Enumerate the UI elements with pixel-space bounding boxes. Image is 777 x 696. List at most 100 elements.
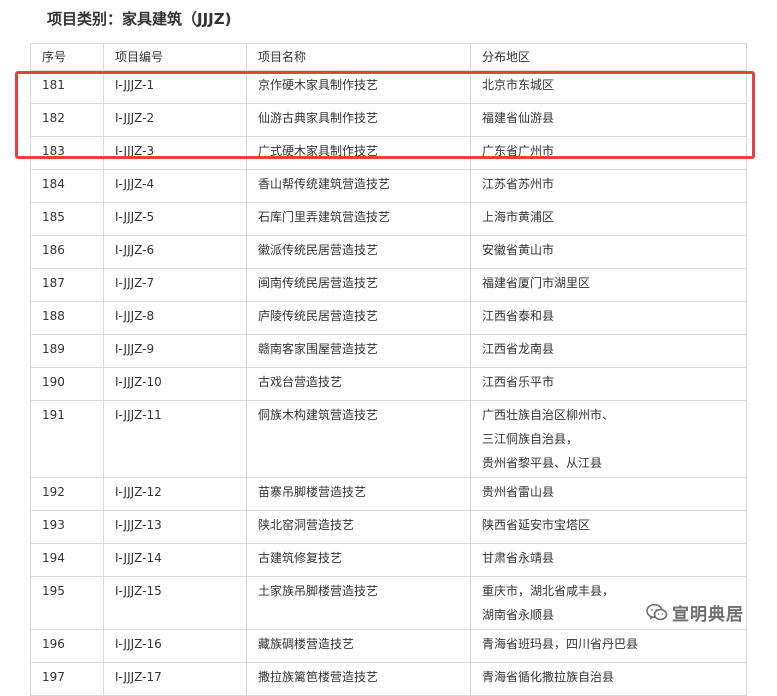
header-code: 项目编号 <box>103 43 247 71</box>
region-line: 北京市东城区 <box>482 78 555 92</box>
table-row: 184 Ⅰ-JJJZ-4 香山帮传统建筑营造技艺 江苏省苏州市 <box>30 169 747 203</box>
cell-serial: 196 <box>30 629 104 663</box>
cell-region: 江西省泰和县 <box>470 301 747 335</box>
cell-serial: 189 <box>30 334 104 368</box>
region-line: 江苏省苏州市 <box>482 177 555 191</box>
cell-code: Ⅰ-JJJZ-15 <box>103 576 247 630</box>
cell-serial: 195 <box>30 576 104 630</box>
header-region: 分布地区 <box>470 43 747 71</box>
table-row: 182 Ⅰ-JJJZ-2 仙游古典家具制作技艺 福建省仙游县 <box>30 103 747 137</box>
table-row: 196 Ⅰ-JJJZ-16 藏族碉楼营造技艺 青海省班玛县，四川省丹巴县 <box>30 629 747 663</box>
cell-serial: 194 <box>30 543 104 577</box>
cell-name: 藏族碉楼营造技艺 <box>246 629 471 663</box>
cell-region: 广西壮族自治区柳州市、 三江侗族自治县， 贵州省黎平县、从江县 <box>470 400 747 478</box>
cell-name: 侗族木构建筑营造技艺 <box>246 400 471 478</box>
cell-name: 仙游古典家具制作技艺 <box>246 103 471 137</box>
cell-code: Ⅰ-JJJZ-8 <box>103 301 247 335</box>
cell-serial: 181 <box>30 70 104 104</box>
cell-region: 江苏省苏州市 <box>470 169 747 203</box>
region-line: 上海市黄浦区 <box>482 210 555 224</box>
cell-code: Ⅰ-JJJZ-2 <box>103 103 247 137</box>
region-line: 陕西省延安市宝塔区 <box>482 518 591 532</box>
cell-name: 古戏台营造技艺 <box>246 367 471 401</box>
region-line: 三江侗族自治县， <box>482 432 579 446</box>
cell-code: Ⅰ-JJJZ-10 <box>103 367 247 401</box>
cell-name: 陕北窑洞营造技艺 <box>246 510 471 544</box>
cell-serial: 197 <box>30 662 104 696</box>
cell-code: Ⅰ-JJJZ-13 <box>103 510 247 544</box>
table-row: 189 Ⅰ-JJJZ-9 赣南客家围屋营造技艺 江西省龙南县 <box>30 334 747 368</box>
table-row: 197 Ⅰ-JJJZ-17 撒拉族篱笆楼营造技艺 青海省循化撒拉族自治县 <box>30 662 747 696</box>
cell-serial: 192 <box>30 477 104 511</box>
cell-region: 北京市东城区 <box>470 70 747 104</box>
table-row: 186 Ⅰ-JJJZ-6 徽派传统民居营造技艺 安徽省黄山市 <box>30 235 747 269</box>
region-line: 青海省班玛县，四川省丹巴县 <box>482 637 639 651</box>
cell-code: Ⅰ-JJJZ-9 <box>103 334 247 368</box>
cell-code: Ⅰ-JJJZ-14 <box>103 543 247 577</box>
cell-serial: 182 <box>30 103 104 137</box>
cell-serial: 190 <box>30 367 104 401</box>
watermark-text: 宣明典居 <box>672 605 744 625</box>
table-header-row: 序号 项目编号 项目名称 分布地区 <box>30 43 747 71</box>
region-line: 广西壮族自治区柳州市、 <box>482 408 615 422</box>
table-row: 188 Ⅰ-JJJZ-8 庐陵传统民居营造技艺 江西省泰和县 <box>30 301 747 335</box>
table-row: 194 Ⅰ-JJJZ-14 古建筑修复技艺 甘肃省永靖县 <box>30 543 747 577</box>
cell-name: 撒拉族篱笆楼营造技艺 <box>246 662 471 696</box>
cell-region: 甘肃省永靖县 <box>470 543 747 577</box>
table-row: 191 Ⅰ-JJJZ-11 侗族木构建筑营造技艺 广西壮族自治区柳州市、 三江侗族自治县… <box>30 400 747 478</box>
cell-region: 青海省循化撒拉族自治县 <box>470 662 747 696</box>
region-line: 江西省泰和县 <box>482 309 555 323</box>
cell-code: Ⅰ-JJJZ-16 <box>103 629 247 663</box>
cell-region: 福建省厦门市湖里区 <box>470 268 747 302</box>
cell-region: 贵州省雷山县 <box>470 477 747 511</box>
region-line: 甘肃省永靖县 <box>482 551 555 565</box>
cell-serial: 193 <box>30 510 104 544</box>
cell-code: Ⅰ-JJJZ-1 <box>103 70 247 104</box>
cell-region: 福建省仙游县 <box>470 103 747 137</box>
cell-region: 江西省龙南县 <box>470 334 747 368</box>
table-row: 195 Ⅰ-JJJZ-15 土家族吊脚楼营造技艺 重庆市，湖北省咸丰县， 湖南省永顺县 <box>30 576 747 630</box>
cell-code: Ⅰ-JJJZ-4 <box>103 169 247 203</box>
cell-name: 徽派传统民居营造技艺 <box>246 235 471 269</box>
cell-region: 江西省乐平市 <box>470 367 747 401</box>
cell-name: 土家族吊脚楼营造技艺 <box>246 576 471 630</box>
cell-code: Ⅰ-JJJZ-17 <box>103 662 247 696</box>
cell-name: 香山帮传统建筑营造技艺 <box>246 169 471 203</box>
cell-serial: 184 <box>30 169 104 203</box>
cell-code: Ⅰ-JJJZ-5 <box>103 202 247 236</box>
region-line: 青海省循化撒拉族自治县 <box>482 670 615 684</box>
region-line: 贵州省雷山县 <box>482 485 555 499</box>
region-line: 贵州省黎平县、从江县 <box>482 456 603 470</box>
table-row: 193 Ⅰ-JJJZ-13 陕北窑洞营造技艺 陕西省延安市宝塔区 <box>30 510 747 544</box>
region-line: 江西省乐平市 <box>482 375 555 389</box>
cell-region: 安徽省黄山市 <box>470 235 747 269</box>
wechat-icon <box>646 603 668 620</box>
cell-name: 石库门里弄建筑营造技艺 <box>246 202 471 236</box>
table-row: 190 Ⅰ-JJJZ-10 古戏台营造技艺 江西省乐平市 <box>30 367 747 401</box>
watermark: 宣明典居 <box>646 600 744 625</box>
region-line: 福建省厦门市湖里区 <box>482 276 591 290</box>
region-line: 安徽省黄山市 <box>482 243 555 257</box>
region-line: 江西省龙南县 <box>482 342 555 356</box>
cell-serial: 187 <box>30 268 104 302</box>
cell-code: Ⅰ-JJJZ-6 <box>103 235 247 269</box>
cell-serial: 183 <box>30 136 104 170</box>
table-body: 181 Ⅰ-JJJZ-1 京作硬木家具制作技艺 北京市东城区 182 Ⅰ-JJJZ-2 仙游… <box>30 70 747 696</box>
region-line: 福建省仙游县 <box>482 111 555 125</box>
cell-serial: 185 <box>30 202 104 236</box>
cell-serial: 191 <box>30 400 104 478</box>
cell-code: Ⅰ-JJJZ-3 <box>103 136 247 170</box>
cell-name: 庐陵传统民居营造技艺 <box>246 301 471 335</box>
project-table: 序号 项目编号 项目名称 分布地区 181 Ⅰ-JJJZ-1 京作硬木家具制作技艺北… <box>30 43 747 696</box>
cell-code: Ⅰ-JJJZ-11 <box>103 400 247 478</box>
header-serial: 序号 <box>30 43 104 71</box>
table-row: 192 Ⅰ-JJJZ-12 苗寨吊脚楼营造技艺 贵州省雷山县 <box>30 477 747 511</box>
cell-region: 上海市黄浦区 <box>470 202 747 236</box>
cell-serial: 186 <box>30 235 104 269</box>
cell-code: Ⅰ-JJJZ-12 <box>103 477 247 511</box>
cell-region: 陕西省延安市宝塔区 <box>470 510 747 544</box>
cell-name: 闽南传统民居营造技艺 <box>246 268 471 302</box>
table-row: 187 Ⅰ-JJJZ-7 闽南传统民居营造技艺 福建省厦门市湖里区 <box>30 268 747 302</box>
cell-region: 青海省班玛县，四川省丹巴县 <box>470 629 747 663</box>
cell-code: Ⅰ-JJJZ-7 <box>103 268 247 302</box>
